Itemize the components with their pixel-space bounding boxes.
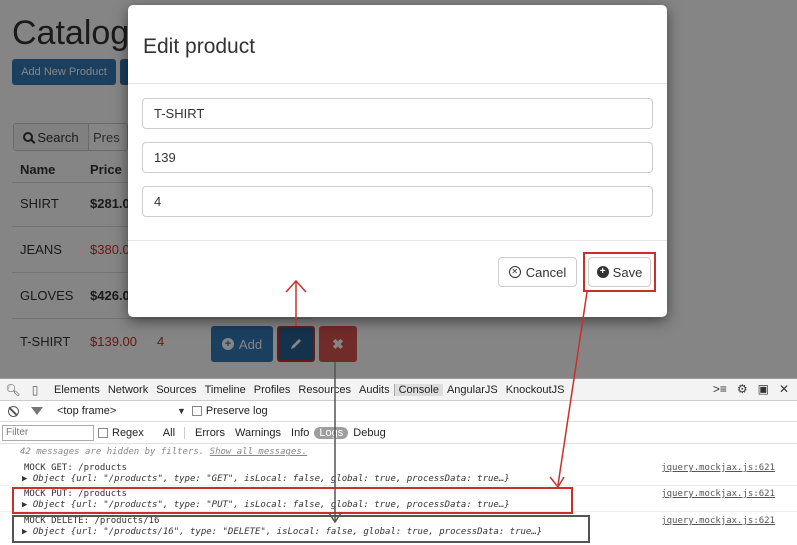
modal-body <box>128 84 667 241</box>
cancel-label: Cancel <box>525 264 567 280</box>
frame-select[interactable]: <top frame> <box>57 405 177 417</box>
regex-label: Regex <box>112 426 144 439</box>
filter-funnel-icon[interactable] <box>31 407 43 415</box>
chevron-down-icon[interactable]: ▼ <box>177 406 186 416</box>
modal-footer: ✕ Cancel + Save <box>128 241 667 316</box>
level-debug[interactable]: Debug <box>348 427 390 439</box>
level-logs[interactable]: Logs <box>314 426 349 439</box>
save-label: Save <box>612 264 643 280</box>
devtools-tab-timeline[interactable]: Timeline <box>201 384 250 396</box>
devtools-tab-sources[interactable]: Sources <box>152 384 200 396</box>
devtools-tab-angularjs[interactable]: AngularJS <box>443 384 502 396</box>
delete-log-highlight-box <box>12 515 590 543</box>
level-warnings[interactable]: Warnings <box>230 427 286 439</box>
log-separator <box>0 485 797 486</box>
devtools-tab-knockoutjs[interactable]: KnockoutJS <box>502 384 569 396</box>
devtools-tab-profiles[interactable]: Profiles <box>250 384 295 396</box>
modal-title: Edit product <box>143 35 256 58</box>
dock-side-icon[interactable]: ▣ <box>758 382 769 396</box>
inspect-icon[interactable]: 🔍︎ <box>5 383 20 397</box>
put-log-highlight-box <box>12 487 573 514</box>
level-all[interactable]: All <box>158 427 180 439</box>
log-source-link[interactable]: jquery.mockjax.js:621 <box>661 516 775 526</box>
level-errors[interactable]: Errors <box>190 427 230 439</box>
device-mode-icon[interactable]: ▯ <box>28 383 42 397</box>
devtools-tab-elements[interactable]: Elements <box>50 384 104 396</box>
modal-header: Edit product <box>128 5 667 84</box>
log-object[interactable]: ▶ Object {url: "/products", type: "GET",… <box>22 474 510 484</box>
regex-checkbox[interactable] <box>98 427 108 438</box>
close-icon[interactable]: ✕ <box>779 382 789 396</box>
devtools-panel: 🔍︎ ▯ Elements Network Sources Timeline P… <box>0 378 797 545</box>
devtools-toolbar-right: >≡ ⚙ ▣ ✕ <box>713 382 789 396</box>
filter-input[interactable] <box>2 424 94 441</box>
product-price-input[interactable] <box>142 142 653 173</box>
log-object-text: Object {url: "/products", type: "GET", i… <box>32 474 510 484</box>
edit-product-modal: Edit product ✕ Cancel + Save <box>128 5 667 317</box>
preserve-log-checkbox[interactable] <box>191 406 202 416</box>
log-message: MOCK GET: /products <box>24 463 127 473</box>
preserve-log-label: Preserve log <box>205 405 268 417</box>
devtools-tabbar: 🔍︎ ▯ Elements Network Sources Timeline P… <box>0 379 797 401</box>
devtools-tab-console[interactable]: Console <box>393 383 443 396</box>
devtools-tab-resources[interactable]: Resources <box>294 384 355 396</box>
drawer-toggle-icon[interactable]: >≡ <box>713 382 727 396</box>
devtools-tab-audits[interactable]: Audits <box>355 384 394 396</box>
hidden-messages-text: 42 messages are hidden by filters. <box>20 447 205 457</box>
product-stock-input[interactable] <box>142 186 653 217</box>
gear-icon[interactable]: ⚙ <box>737 382 748 396</box>
console-filter-bar: Regex All Errors Warnings Info Logs Debu… <box>0 422 797 444</box>
save-button[interactable]: + Save <box>588 257 651 287</box>
product-name-input[interactable] <box>142 98 653 129</box>
devtools-tab-network[interactable]: Network <box>104 384 152 396</box>
expand-triangle-icon: ▶ <box>22 474 33 484</box>
console-output: 42 messages are hidden by filters. Show … <box>0 444 797 537</box>
hidden-messages-notice: 42 messages are hidden by filters. Show … <box>0 444 797 461</box>
log-entry: MOCK GET: /products ▶ Object {url: "/pro… <box>0 461 797 486</box>
console-toolbar: <top frame> ▼ Preserve log <box>0 401 797 422</box>
log-source-link[interactable]: jquery.mockjax.js:621 <box>661 463 775 473</box>
log-source-link[interactable]: jquery.mockjax.js:621 <box>661 489 775 499</box>
level-info[interactable]: Info <box>286 427 314 439</box>
cancel-circle-icon: ✕ <box>508 266 521 278</box>
cancel-button[interactable]: ✕ Cancel <box>498 257 577 287</box>
clear-console-icon[interactable] <box>8 405 19 417</box>
show-all-messages-link[interactable]: Show all messages. <box>210 447 308 457</box>
plus-circle-icon: + <box>596 266 609 278</box>
